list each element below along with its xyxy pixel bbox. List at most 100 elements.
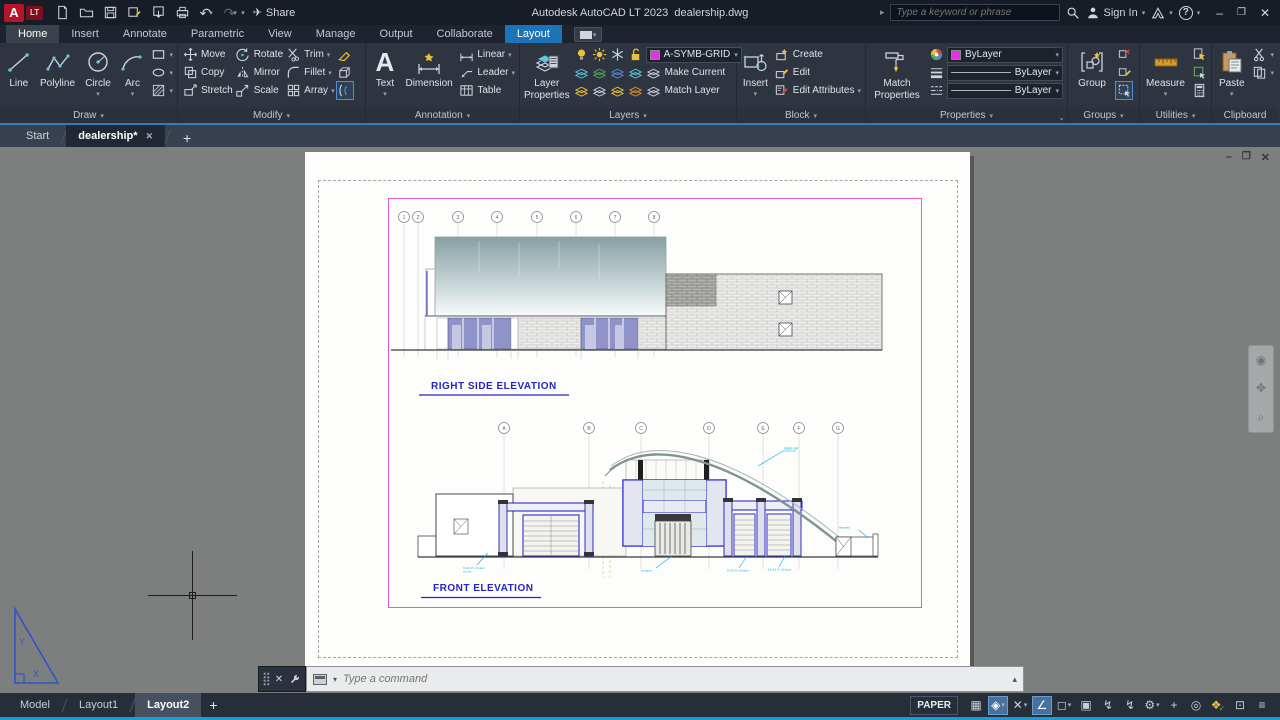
fillet-button[interactable]: Fillet▾ — [285, 64, 334, 81]
rotate-button[interactable]: Rotate — [235, 46, 283, 63]
trim-button[interactable]: Trim▾ — [285, 46, 334, 63]
navigation-bar[interactable]: ◉ ✥ ⌕ — [1248, 345, 1274, 433]
scale-button[interactable]: Scale — [235, 82, 283, 99]
match-layer-button[interactable]: Match Layer — [646, 82, 720, 99]
search-icon[interactable] — [1066, 6, 1080, 20]
isolate-objects-icon[interactable]: ◎ — [1186, 696, 1206, 715]
rectangle-button[interactable]: ▾ — [150, 46, 173, 63]
line-button[interactable]: Line — [4, 46, 34, 90]
mirror-button[interactable]: Mirror — [235, 64, 283, 81]
panel-label-draw[interactable]: Draw▾ — [0, 108, 177, 123]
stretch-button[interactable]: Stretch — [182, 82, 233, 99]
edit-attributes-button[interactable]: Edit Attributes▾ — [774, 82, 861, 99]
layer-isolate-icon[interactable] — [592, 65, 608, 81]
panel-label-layers[interactable]: Layers▾ — [520, 108, 736, 123]
tab-output[interactable]: Output — [368, 25, 425, 43]
quick-calculator-button[interactable] — [1191, 82, 1207, 99]
doc-restore-icon[interactable]: ❐ — [1242, 151, 1251, 164]
new-drawing-tab-button[interactable]: + — [176, 129, 198, 147]
panel-launcher-icon[interactable]: ⌄ — [1058, 113, 1065, 122]
command-close-icon[interactable]: ✕ — [275, 674, 283, 685]
panel-label-annotation[interactable]: Annotation▾ — [366, 108, 519, 123]
tab-home[interactable]: Home — [6, 25, 59, 43]
layer-properties-button[interactable]: Layer Properties — [524, 46, 570, 101]
layer-prev-icon[interactable] — [592, 83, 608, 99]
lineweight-dropdown[interactable]: ByLayer▾ — [947, 65, 1063, 81]
tab-insert[interactable]: Insert — [59, 25, 111, 43]
match-properties-button[interactable]: Match Properties — [870, 46, 924, 101]
panel-label-modify[interactable]: Modify▾ — [178, 108, 365, 123]
search-expand-icon[interactable]: ▸ — [880, 7, 885, 18]
customize-wrench-icon[interactable] — [288, 673, 301, 686]
sign-in-button[interactable]: Sign In — [1086, 6, 1137, 20]
qat-menu-caret-icon[interactable]: ▾ — [241, 9, 245, 17]
help-caret-icon[interactable]: ▾ — [1197, 9, 1201, 17]
hatch-button[interactable]: ▾ — [150, 82, 173, 99]
ellipse-button[interactable]: ▾ — [150, 64, 173, 81]
pan-icon[interactable]: ✥ — [1256, 381, 1266, 395]
file-tab-start[interactable]: Start — [14, 125, 61, 147]
measure-button[interactable]: Measure▾ — [1144, 46, 1187, 98]
layout2-tab[interactable]: Layout2 — [135, 693, 201, 717]
array-button[interactable]: Array▾ — [285, 82, 334, 99]
clean-screen-icon[interactable]: ⊡ — [1230, 696, 1250, 715]
search-input[interactable] — [896, 7, 1054, 18]
tab-annotate[interactable]: Annotate — [111, 25, 179, 43]
group-edit-button[interactable] — [1116, 64, 1132, 81]
annotation-visibility-icon[interactable]: ↯ — [1098, 696, 1118, 715]
layer-freeze-vp-icon[interactable] — [610, 47, 626, 63]
tab-collaborate[interactable]: Collaborate — [425, 25, 505, 43]
explode-button[interactable] — [337, 64, 353, 81]
layer-lock2-icon[interactable] — [628, 83, 644, 99]
help-search-box[interactable] — [890, 4, 1060, 21]
selection-cycling-icon[interactable]: ▣ — [1076, 696, 1096, 715]
erase-button[interactable] — [337, 46, 353, 63]
save-button[interactable] — [99, 3, 121, 23]
file-tab-dealership[interactable]: dealership*✕ — [66, 125, 165, 147]
zoom-extents-icon[interactable]: ⌕ — [1258, 410, 1265, 425]
redo-caret-icon[interactable]: ▾ — [233, 9, 237, 17]
snap-mode-icon[interactable]: ◈▾ — [988, 696, 1008, 715]
tab-parametric[interactable]: Parametric — [179, 25, 256, 43]
undo-caret-icon[interactable]: ▾ — [209, 9, 213, 17]
layer-unisolate-icon[interactable] — [574, 83, 590, 99]
doc-close-icon[interactable]: ✕ — [1261, 151, 1270, 164]
panel-label-clipboard[interactable]: Clipboard — [1212, 108, 1278, 123]
layer-off-icon[interactable] — [574, 65, 590, 81]
arc-button[interactable]: Arc▾ — [118, 46, 146, 98]
block-edit-button[interactable]: Edit — [774, 64, 861, 81]
leader-button[interactable]: Leader▾ — [458, 64, 515, 81]
panel-label-properties[interactable]: Properties▾ — [866, 108, 1067, 123]
annotation-scale-icon[interactable]: ⚙▾ — [1142, 696, 1162, 715]
redo-button[interactable]: ↷▾ — [219, 3, 241, 23]
drawing-area[interactable]: – ❐ ✕ — [0, 147, 1280, 693]
polyline-button[interactable]: Polyline — [38, 46, 78, 90]
help-icon[interactable]: ? — [1179, 6, 1193, 20]
app-logo[interactable]: A LT — [4, 4, 43, 22]
plot-button[interactable] — [171, 3, 193, 23]
model-tab[interactable]: Model — [8, 693, 62, 717]
open-web-mobile-button[interactable] — [147, 3, 169, 23]
linear-button[interactable]: Linear▾ — [458, 46, 515, 63]
command-input[interactable] — [343, 673, 1006, 685]
signin-caret-icon[interactable]: ▾ — [1142, 9, 1146, 17]
circle-button[interactable]: Circle▾ — [81, 46, 114, 98]
ungroup-button[interactable] — [1116, 46, 1132, 63]
tab-view[interactable]: View — [256, 25, 304, 43]
close-button[interactable]: ✕ — [1260, 6, 1270, 20]
autodesk-app-store-icon[interactable] — [1151, 6, 1165, 20]
new-file-button[interactable] — [51, 3, 73, 23]
id-point-button[interactable] — [1191, 64, 1207, 81]
make-current-button[interactable]: Make Current — [646, 64, 726, 81]
drag-grip-icon[interactable] — [263, 672, 270, 686]
layer-thaw-icon[interactable] — [592, 47, 608, 63]
layer-on-icon[interactable] — [574, 47, 590, 63]
panel-label-groups[interactable]: Groups▾ — [1068, 108, 1139, 123]
file-tab-close-icon[interactable]: ✕ — [146, 131, 154, 142]
isodraft-icon[interactable]: ✕▾ — [1010, 696, 1030, 715]
group-selection-toggle[interactable] — [1116, 82, 1132, 99]
doc-minimize-icon[interactable]: – — [1226, 151, 1232, 164]
copy-button[interactable]: Copy — [182, 64, 233, 81]
panel-label-block[interactable]: Block▾ — [737, 108, 865, 123]
save-as-button[interactable] — [123, 3, 145, 23]
